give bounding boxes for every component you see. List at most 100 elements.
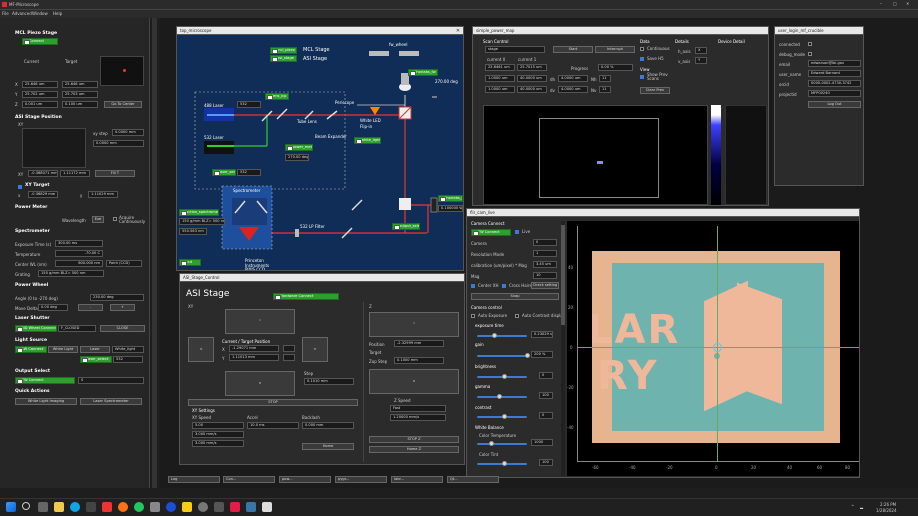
app-icon[interactable]: [214, 502, 224, 512]
chrome-icon[interactable]: [134, 502, 144, 512]
z-speed-mode[interactable]: Fast: [390, 405, 446, 412]
app-icon[interactable]: [150, 502, 160, 512]
live-checkbox[interactable]: [515, 230, 519, 234]
menu-window[interactable]: Window: [32, 11, 48, 16]
show-prev-scans-checkbox[interactable]: [640, 75, 644, 79]
cross-hairs-checkbox[interactable]: [502, 284, 506, 288]
log-out-button[interactable]: Log Out: [808, 101, 861, 108]
file-explorer-icon[interactable]: [54, 502, 64, 512]
y-minus-button[interactable]: v: [225, 371, 295, 396]
h-stop-input[interactable]: 40.0000 um: [517, 75, 547, 82]
step-input[interactable]: 0.1010 mm: [304, 378, 354, 385]
ccd-button[interactable]: ccd: [179, 259, 201, 266]
left-dock-splitter[interactable]: [152, 18, 157, 488]
dv-input[interactable]: 4.0000 um: [558, 86, 588, 93]
thorlabs-fw-button[interactable]: thorlabs_fw: [408, 69, 438, 76]
asi-x-target[interactable]: [283, 345, 295, 352]
xy-speed-input[interactable]: 5.00: [192, 422, 244, 429]
x-minus-button[interactable]: <: [188, 337, 214, 362]
brightness-slider[interactable]: [477, 374, 527, 379]
wheel-plus-button[interactable]: +: [110, 304, 135, 311]
output-select-dropdown[interactable]: S: [78, 377, 144, 384]
fw-lens-button[interactable]: lens_lcp: [265, 93, 289, 100]
z-up-button[interactable]: ^: [369, 312, 459, 337]
fill-target-button[interactable]: Fill T: [95, 170, 135, 177]
scan-mode-select[interactable]: stage: [485, 46, 545, 53]
gamma-value[interactable]: 100: [539, 392, 553, 399]
minimize-icon[interactable]: –: [880, 1, 882, 6]
dh-input[interactable]: 4.0000 um: [558, 75, 588, 82]
h-start-input[interactable]: 1.0000 um: [485, 75, 515, 82]
connected-checkbox[interactable]: [808, 42, 812, 46]
menu-help[interactable]: Help: [53, 11, 62, 16]
grating-select[interactable]: 150 g/mm BLZ= 500 nm: [38, 270, 104, 277]
stop-z-button[interactable]: STOP Z: [369, 436, 459, 443]
minimized-tab[interactable]: pow...: [279, 476, 331, 483]
color-tint-slider[interactable]: [477, 461, 527, 466]
close-icon[interactable]: ✕: [454, 27, 462, 35]
scan-interrupt-button[interactable]: Interrupt: [595, 46, 635, 53]
exposure-slider[interactable]: [477, 333, 527, 338]
calibration-input[interactable]: 3.45 um: [533, 261, 557, 268]
move-delta-input[interactable]: 0.00 deg: [38, 304, 68, 311]
go-to-center-button[interactable]: Go To Center: [104, 101, 142, 108]
xy-target-x-input[interactable]: -0.36829 mm: [28, 191, 58, 198]
maximize-icon[interactable]: □: [893, 1, 897, 6]
v-start-input[interactable]: 1.0000 um: [485, 86, 515, 93]
menu-file[interactable]: File: [2, 11, 9, 16]
center-xh-checkbox[interactable]: [471, 284, 475, 288]
app-icon[interactable]: [198, 502, 208, 512]
thorlabs-pm-button[interactable]: thorlabs_pm: [438, 195, 463, 202]
wheel-angle-input[interactable]: 230.00 deg: [90, 294, 144, 301]
piezo-z-target[interactable]: 0.100 um: [62, 101, 98, 108]
laser-select-button[interactable]: laser_select: [80, 356, 112, 363]
xy-step-input[interactable]: 0.0000 mm: [112, 129, 144, 136]
gain-value[interactable]: 200 %: [531, 351, 553, 358]
v-stop-input[interactable]: 40.0000 um: [517, 86, 547, 93]
home-button[interactable]: Home: [302, 443, 354, 450]
minimized-tab[interactable]: pygr...: [335, 476, 387, 483]
wheel-minus-button[interactable]: -: [78, 304, 103, 311]
search-icon[interactable]: [22, 502, 30, 510]
minimized-tab[interactable]: Qt...: [447, 476, 499, 483]
email-field[interactable]: edwarson@lbl.gov: [808, 60, 861, 67]
xy-speed-x[interactable]: 3.000 mm/s: [192, 431, 244, 438]
brightness-value[interactable]: 0: [539, 372, 553, 379]
v-axis-select[interactable]: Y: [695, 57, 707, 64]
minimized-tab[interactable]: Con...: [223, 476, 275, 483]
power-meter-exec-button[interactable]: Exe: [92, 216, 104, 223]
clear-prev-button[interactable]: Clear Prev: [640, 87, 670, 94]
piezo-y-target[interactable]: 25.703 um: [62, 91, 98, 98]
projectid-field[interactable]: MFP00240: [808, 90, 861, 97]
menu-advanced[interactable]: Advanced: [12, 11, 32, 16]
contrast-slider[interactable]: [477, 414, 527, 419]
center-wl-mode-select[interactable]: Point (CCD): [106, 260, 142, 267]
camera-input[interactable]: 0: [533, 239, 557, 246]
mag-input[interactable]: 10: [533, 272, 557, 279]
contrast-value[interactable]: 0: [539, 412, 553, 419]
snap-button[interactable]: Snap: [471, 293, 559, 300]
acquire-continuously-checkbox[interactable]: [113, 217, 117, 221]
check-setting-button[interactable]: Check setting: [531, 282, 559, 289]
orcid-field[interactable]: 0000-0002-4730-3742: [808, 80, 861, 87]
user-name-field[interactable]: Edward Barnard: [808, 70, 861, 77]
piezo-x-target[interactable]: 25.646 um: [62, 81, 98, 88]
active-app-icon[interactable]: [262, 502, 272, 512]
output-select-button[interactable]: output_select: [392, 223, 420, 230]
action-spectrometer-button[interactable]: action_spectrometer: [179, 209, 219, 216]
python-icon[interactable]: [246, 502, 256, 512]
network-icon[interactable]: ▂: [860, 504, 863, 509]
task-view-icon[interactable]: [38, 502, 48, 512]
continuous-checkbox[interactable]: [640, 47, 644, 51]
asi-y-target[interactable]: [283, 354, 295, 361]
app-icon[interactable]: [182, 502, 192, 512]
minimized-tab[interactable]: labr...: [391, 476, 443, 483]
shutter-close-button[interactable]: CLOSE: [100, 325, 145, 332]
shutter-state-select[interactable]: F_CLOSED: [58, 325, 96, 332]
z-step-input[interactable]: 0.1000 mm: [394, 357, 444, 364]
home-z-button[interactable]: Home Z: [369, 446, 459, 453]
white-light-imaging-button[interactable]: White Light Imaging: [15, 398, 77, 405]
auto-exposure-checkbox[interactable]: [471, 314, 475, 318]
close-icon[interactable]: ✕: [906, 1, 909, 6]
app-icon[interactable]: [230, 502, 240, 512]
